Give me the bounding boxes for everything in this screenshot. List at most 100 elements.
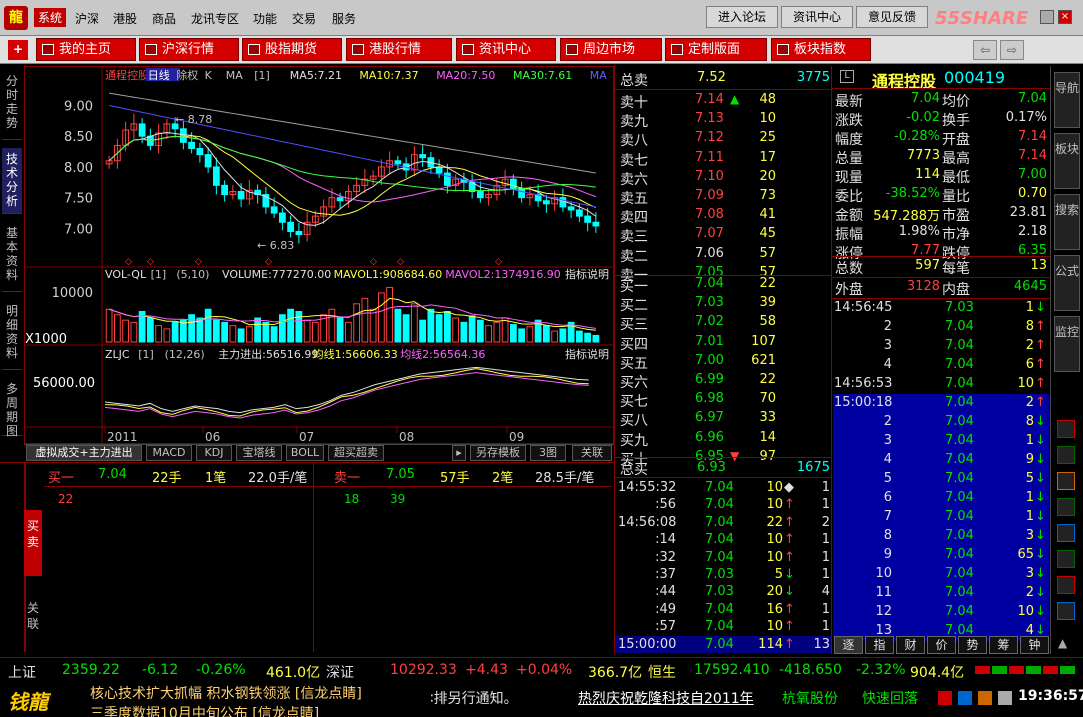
toolbar-button-2[interactable]: 股指期货: [242, 38, 342, 61]
right-nav-item-4[interactable]: 监控: [1054, 316, 1080, 372]
news-ticker-1[interactable]: 核心技术扩大抓幅 积水钢铁领涨 [信龙点睛]: [90, 683, 420, 703]
indicator-tab-7[interactable]: 3图: [530, 445, 566, 461]
indicator-tab-0[interactable]: 虚拟成交+主力进出: [26, 445, 142, 461]
bid-row-price[interactable]: 6.98: [695, 391, 724, 406]
menu-item-6[interactable]: 交易: [292, 10, 316, 27]
ask-row-price[interactable]: 7.12: [695, 130, 724, 145]
indicator-tab-2[interactable]: KDJ: [196, 445, 232, 461]
menu-item-0[interactable]: 系统: [34, 8, 67, 27]
indicator-tab-5[interactable]: 超买超卖: [328, 445, 384, 461]
tool-icon[interactable]: [1057, 498, 1075, 516]
left-nav-item-1[interactable]: 技术分析: [2, 148, 22, 214]
ask-row-price[interactable]: 7.09: [695, 188, 724, 203]
chart-header-item[interactable]: 除权: [176, 68, 198, 82]
toolbar-button-6[interactable]: 定制版面: [665, 38, 767, 61]
ask-row-price[interactable]: 7.13: [695, 111, 724, 126]
indicator-tab-4[interactable]: BOLL: [286, 445, 324, 461]
menu-item-1[interactable]: 沪深: [75, 10, 99, 27]
tray-icon[interactable]: [978, 691, 992, 705]
chart-header-item[interactable]: K: [205, 69, 213, 82]
add-icon[interactable]: +: [8, 40, 28, 60]
tool-icon[interactable]: [1057, 550, 1075, 568]
bid-row-price[interactable]: 6.96: [695, 430, 724, 445]
back-icon[interactable]: ⇦: [973, 40, 997, 60]
close-icon[interactable]: ×: [1058, 10, 1072, 24]
news-center-button[interactable]: 资讯中心: [781, 6, 853, 28]
stock-info-icon[interactable]: L: [840, 70, 854, 83]
right-nav-item-0[interactable]: 导航: [1054, 72, 1080, 128]
chart-header-item[interactable]: 通程控股: [105, 68, 149, 82]
quote-tab-4[interactable]: 势: [958, 636, 987, 654]
quote-tab-5[interactable]: 筹: [989, 636, 1018, 654]
toolbar-button-0[interactable]: 我的主页: [36, 38, 136, 61]
toolbar-button-4[interactable]: 资讯中心: [456, 38, 556, 61]
left-nav-item-3[interactable]: 明细资料: [2, 300, 22, 370]
forum-button[interactable]: 进入论坛: [706, 6, 778, 28]
menu-item-2[interactable]: 港股: [113, 10, 137, 27]
right-nav-item-3[interactable]: 公式: [1054, 255, 1080, 311]
quote-tab-1[interactable]: 指: [865, 636, 894, 654]
alert-stock[interactable]: 杭氧股份: [782, 688, 838, 708]
right-nav-item-1[interactable]: 板块: [1054, 133, 1080, 189]
menu-item-5[interactable]: 功能: [253, 10, 277, 27]
ask-row-price[interactable]: 7.07: [695, 226, 724, 241]
chart-header-item[interactable]: MA30:7.61: [513, 69, 572, 82]
tool-icon[interactable]: [1057, 420, 1075, 438]
tool-icon[interactable]: [1057, 446, 1075, 464]
chart-header-item[interactable]: MA10:7.37: [359, 69, 418, 82]
left-nav-item-0[interactable]: 分时走势: [2, 70, 22, 140]
tab-scroll-icon[interactable]: ▸: [452, 445, 466, 461]
chart-header-item[interactable]: MA: [226, 69, 243, 82]
quote-tab-0[interactable]: 逐: [834, 636, 863, 654]
bid-row-price[interactable]: 7.04: [695, 276, 724, 291]
kline-chart[interactable]: 通程控股日线 除权 K MA [1] MA5:7.21 MA10:7.37 MA20:7.50…: [25, 67, 615, 445]
scroll-up-icon[interactable]: ▲: [1058, 636, 1067, 650]
related-tab[interactable]: 关联: [24, 600, 42, 640]
minimize-icon[interactable]: [1040, 10, 1054, 24]
news-ticker-2[interactable]: 三季度数据10月中旬公布 [信龙点睛]: [90, 703, 420, 717]
headline-link[interactable]: 热烈庆祝乾隆科技自2011年: [578, 688, 754, 708]
ask-row-price[interactable]: 7.11: [695, 150, 724, 165]
quote-tab-3[interactable]: 价: [927, 636, 956, 654]
bid-row-price[interactable]: 6.99: [695, 372, 724, 387]
ask-row-price[interactable]: 7.06: [695, 246, 724, 261]
bid-row-price[interactable]: 6.97: [695, 410, 724, 425]
toolbar-button-1[interactable]: 沪深行情: [139, 38, 239, 61]
indicator-tab-6[interactable]: 另存模板: [470, 445, 526, 461]
toolbar-button-7[interactable]: 板块指数: [771, 38, 871, 61]
indicator-tab-8[interactable]: 关联: [572, 445, 612, 461]
left-nav-item-4[interactable]: 多周期图: [2, 378, 22, 438]
chart-header-item[interactable]: MA: [590, 69, 607, 82]
bid-row-price[interactable]: 7.02: [695, 314, 724, 329]
quote-tab-6[interactable]: 钟: [1020, 636, 1049, 654]
bid-row-price[interactable]: 7.03: [695, 295, 724, 310]
right-nav-item-2[interactable]: 搜索: [1054, 194, 1080, 250]
chart-header-item[interactable]: 日线: [148, 68, 170, 82]
tray-icon[interactable]: [958, 691, 972, 705]
chart-header-item[interactable]: MA5:7.21: [290, 69, 342, 82]
tool-icon[interactable]: [1057, 602, 1075, 620]
tray-icon[interactable]: [938, 691, 952, 705]
indicator-tab-1[interactable]: MACD: [146, 445, 192, 461]
chart-header-item[interactable]: MA20:7.50: [436, 69, 495, 82]
menu-item-7[interactable]: 服务: [332, 10, 356, 27]
quote-tab-2[interactable]: 财: [896, 636, 925, 654]
ask-row-price[interactable]: 7.10: [695, 169, 724, 184]
tool-icon[interactable]: [1057, 472, 1075, 490]
menu-item-4[interactable]: 龙讯专区: [191, 10, 239, 27]
forward-icon[interactable]: ⇨: [1000, 40, 1024, 60]
feedback-button[interactable]: 意见反馈: [856, 6, 928, 28]
toolbar-button-3[interactable]: 港股行情: [346, 38, 452, 61]
menu-item-3[interactable]: 商品: [152, 10, 176, 27]
tool-icon[interactable]: [1057, 576, 1075, 594]
toolbar-button-5[interactable]: 周边市场: [560, 38, 662, 61]
chart-header-item[interactable]: [1]: [254, 69, 270, 82]
tray-icon[interactable]: [998, 691, 1012, 705]
ask-row-price[interactable]: 7.08: [695, 207, 724, 222]
bid-row-price[interactable]: 7.01: [695, 334, 724, 349]
left-nav-item-2[interactable]: 基本资料: [2, 222, 22, 292]
tool-icon[interactable]: [1057, 524, 1075, 542]
ask-row-price[interactable]: 7.14: [695, 92, 724, 107]
bid-row-price[interactable]: 7.00: [695, 353, 724, 368]
indicator-tab-3[interactable]: 宝塔线: [236, 445, 282, 461]
